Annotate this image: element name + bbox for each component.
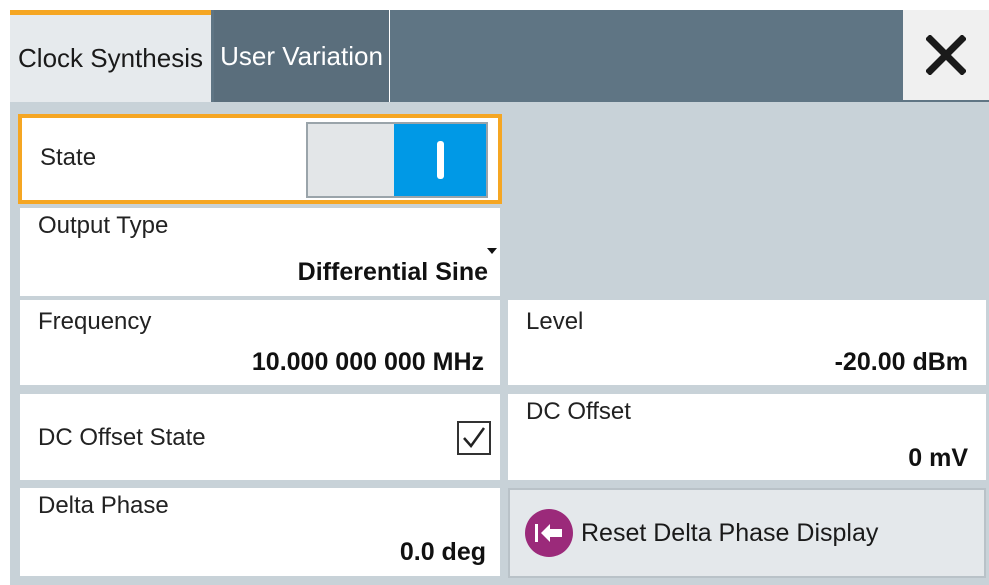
checkmark-icon bbox=[463, 427, 486, 449]
output-type-dropdown[interactable]: Output Type Differential Sine bbox=[20, 208, 500, 296]
frequency-value: 10.000 000 000 MHz bbox=[251, 348, 484, 376]
tab-label: User Variation bbox=[220, 40, 383, 71]
level-field[interactable]: Level -20.00 dBm bbox=[508, 300, 986, 385]
tab-user-variation[interactable]: User Variation bbox=[214, 10, 390, 102]
output-type-label: Output Type bbox=[38, 212, 169, 239]
clock-synthesis-dialog: Clock Synthesis User Variation State Out… bbox=[10, 10, 989, 585]
dc-offset-state-label: DC Offset State bbox=[38, 424, 206, 451]
state-label: State bbox=[40, 144, 97, 171]
frequency-field[interactable]: Frequency 10.000 000 000 MHz bbox=[20, 300, 500, 385]
dc-offset-label: DC Offset bbox=[526, 398, 631, 425]
dropdown-arrow-icon bbox=[487, 248, 497, 254]
reset-arrow-icon bbox=[525, 509, 573, 557]
dc-offset-value: 0 mV bbox=[908, 444, 968, 472]
output-type-value: Differential Sine bbox=[297, 258, 488, 286]
delta-phase-value: 0.0 deg bbox=[399, 538, 486, 566]
reset-delta-phase-button[interactable]: Reset Delta Phase Display bbox=[508, 488, 986, 578]
level-value: -20.00 dBm bbox=[834, 348, 968, 376]
frequency-label: Frequency bbox=[38, 308, 152, 335]
state-toggle[interactable] bbox=[306, 122, 488, 198]
dc-offset-field[interactable]: DC Offset 0 mV bbox=[508, 394, 986, 480]
close-button[interactable] bbox=[903, 10, 989, 100]
tab-clock-synthesis[interactable]: Clock Synthesis bbox=[10, 10, 211, 102]
tab-bar: Clock Synthesis User Variation bbox=[10, 10, 989, 102]
close-icon bbox=[926, 35, 966, 75]
level-label: Level bbox=[526, 308, 584, 335]
dc-offset-state-checkbox[interactable] bbox=[457, 421, 491, 455]
state-field: State bbox=[18, 114, 502, 204]
toggle-on-icon bbox=[436, 141, 444, 179]
dc-offset-state-field: DC Offset State bbox=[20, 394, 500, 480]
reset-button-label: Reset Delta Phase Display bbox=[581, 518, 879, 547]
delta-phase-field[interactable]: Delta Phase 0.0 deg bbox=[20, 488, 500, 576]
delta-phase-label: Delta Phase bbox=[38, 492, 169, 519]
tab-label: Clock Synthesis bbox=[18, 43, 203, 73]
toggle-on-indicator bbox=[394, 124, 486, 196]
